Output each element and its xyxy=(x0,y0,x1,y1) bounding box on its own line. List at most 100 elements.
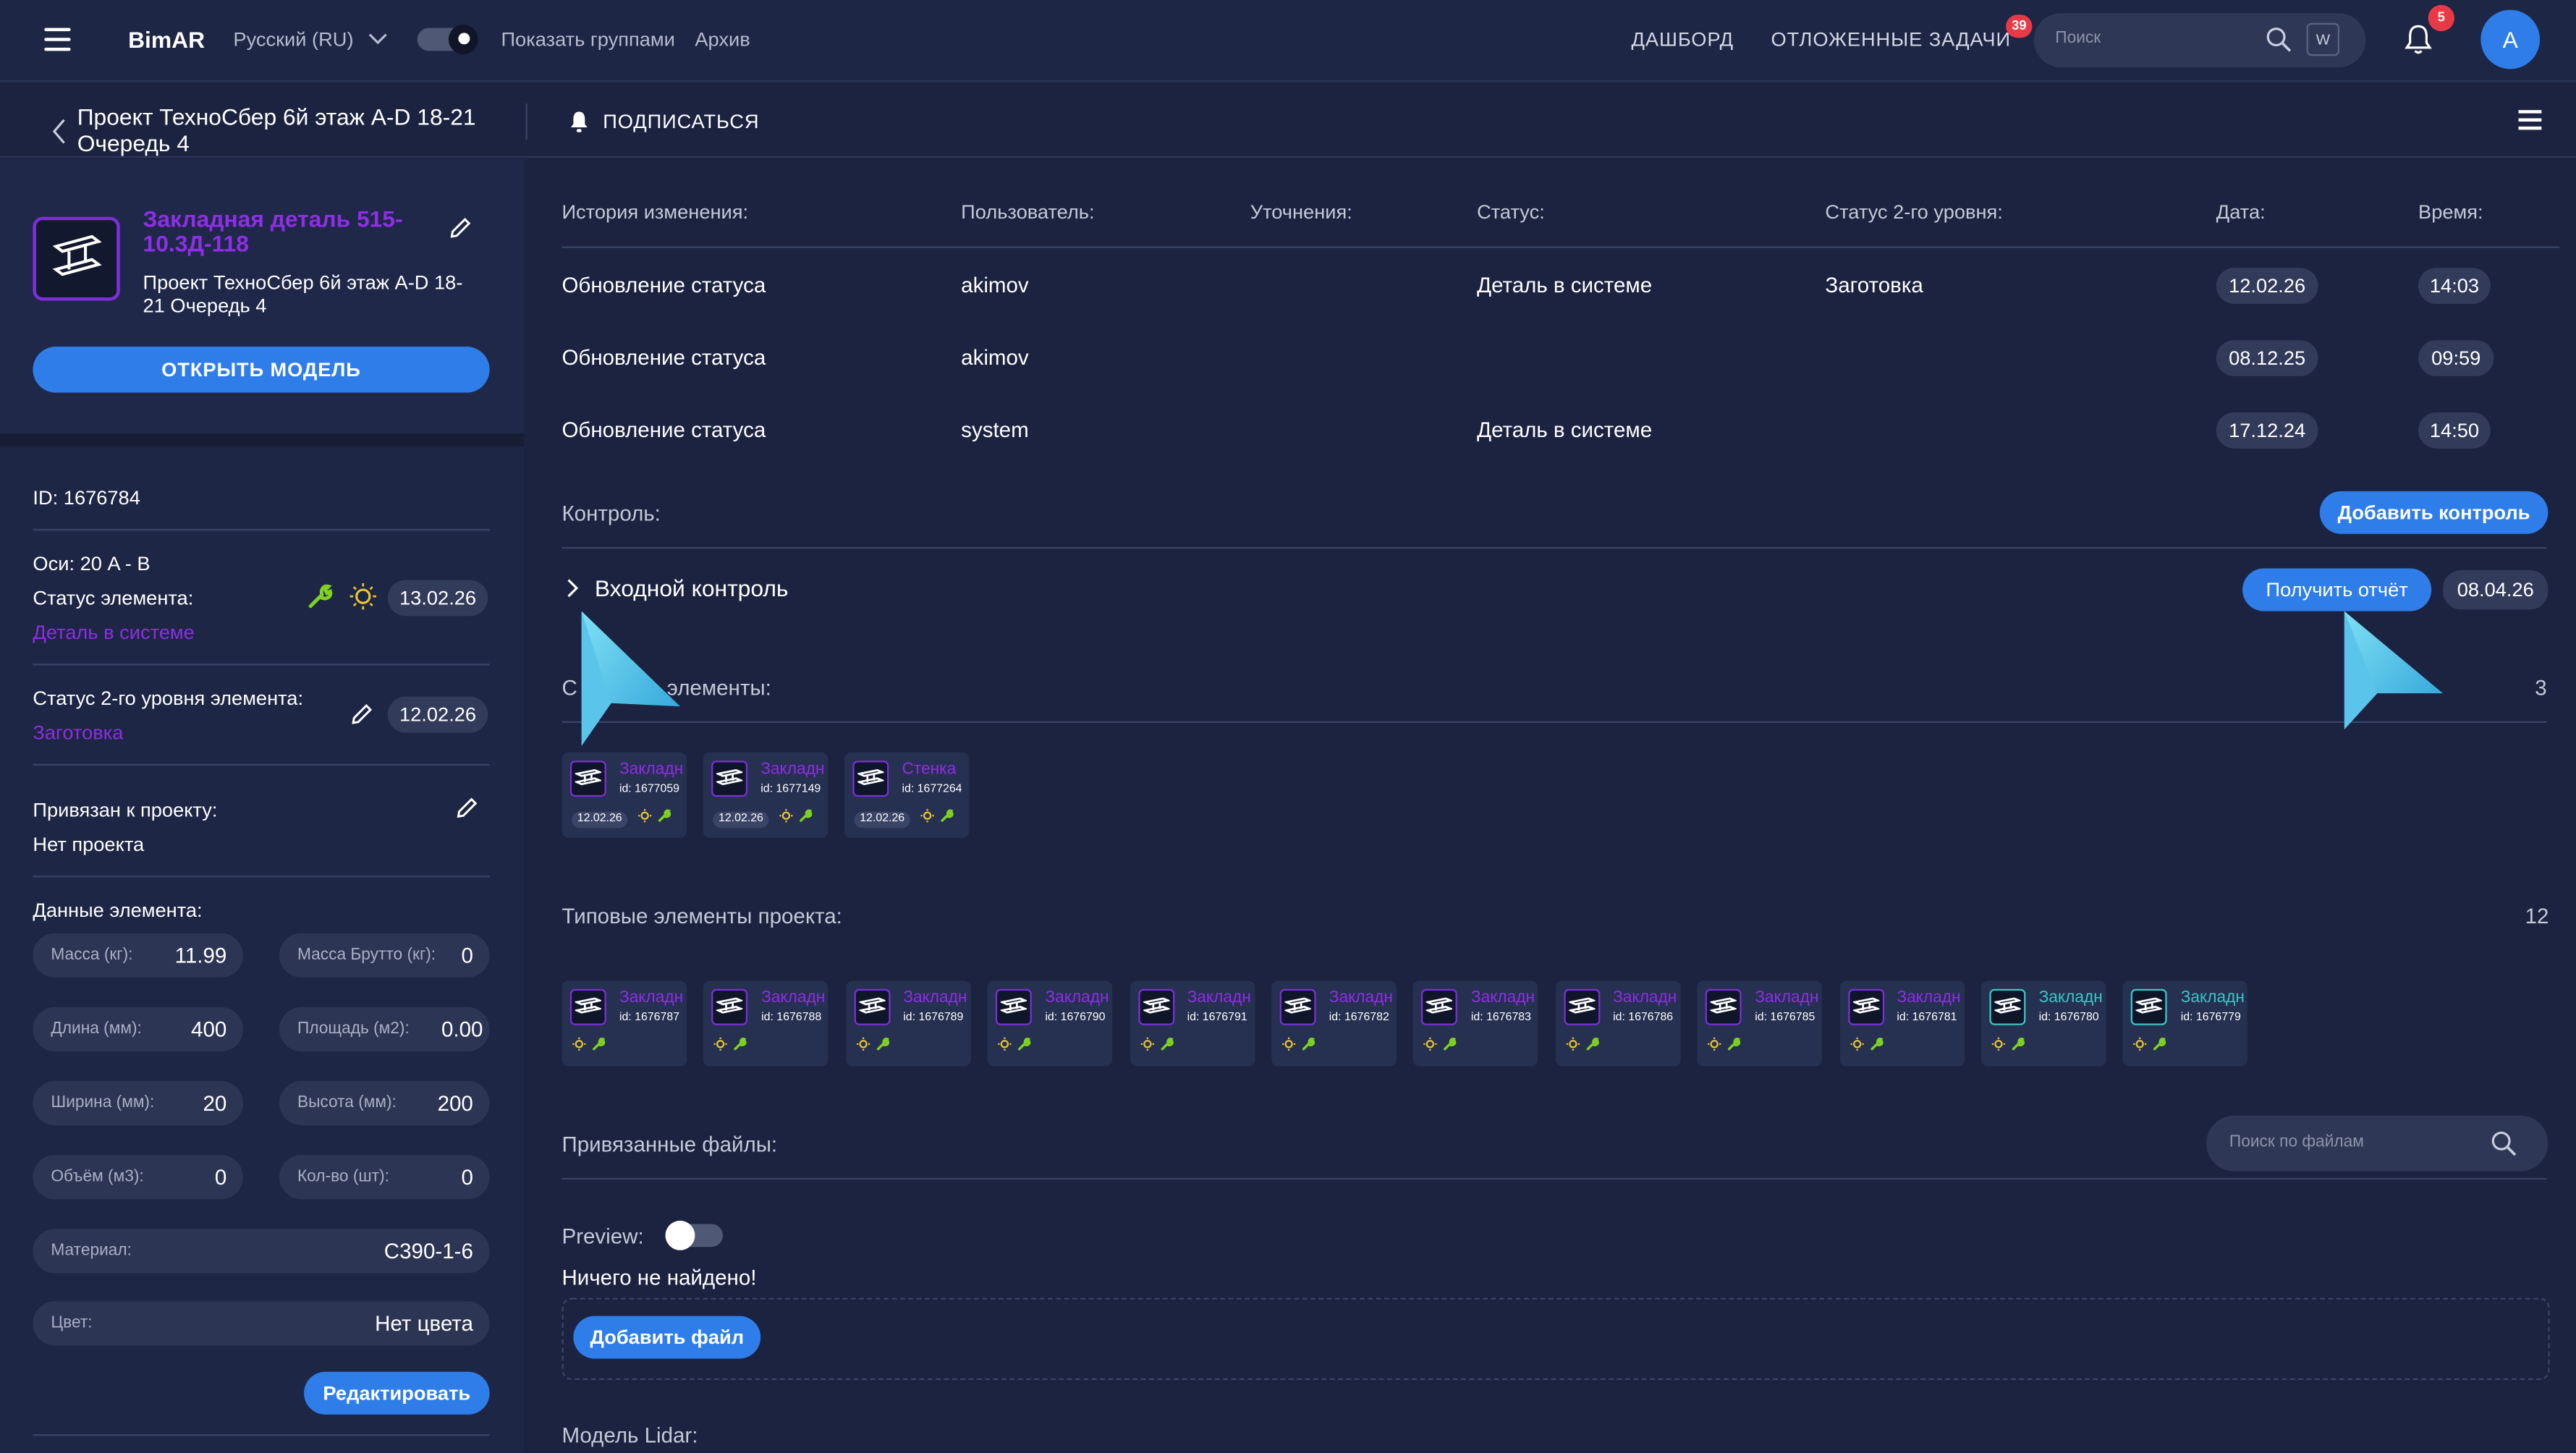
element-mini-card[interactable]: Стенка id: 1677264 12.02.26 xyxy=(844,752,970,838)
divider xyxy=(33,529,490,531)
page-menu-icon[interactable] xyxy=(2518,110,2542,130)
element-mini-card[interactable]: Закладн id: 1677149 12.02.26 xyxy=(703,752,829,838)
length-field[interactable]: Длина (мм): 400 xyxy=(33,1007,244,1052)
element-mini-card[interactable]: Закладн id: 1676782 xyxy=(1271,980,1397,1067)
hamburger-menu-icon[interactable] xyxy=(44,27,71,51)
file-search-input[interactable]: Поиск по файлам xyxy=(2206,1115,2549,1172)
nav-dashboard[interactable]: ДАШБОРД xyxy=(1632,28,1734,51)
lightbulb-icon xyxy=(1140,1037,1154,1055)
edit-button[interactable]: Редактировать xyxy=(304,1371,490,1415)
app-logo[interactable]: BimAR xyxy=(128,26,205,52)
area-field[interactable]: Площадь (м2): 0.00 xyxy=(279,1007,490,1052)
history-header-change: История изменения: xyxy=(562,200,749,224)
element-mini-card[interactable]: Закладн id: 1676786 xyxy=(1555,980,1681,1067)
element-card: Закладная деталь 515-10.3Д-118 Проект Те… xyxy=(0,159,525,434)
nav-deferred-tasks[interactable]: ОТЛОЖЕННЫЕ ЗАДАЧИ xyxy=(1771,28,2010,51)
element-mini-name: Закладн xyxy=(2180,988,2245,1007)
chevron-right-icon[interactable] xyxy=(564,578,580,598)
volume-field[interactable]: Объём (м3): 0 xyxy=(33,1155,244,1200)
element-mini-id: id: 1676785 xyxy=(1755,1012,1816,1024)
pencil-icon[interactable] xyxy=(455,797,478,820)
history-cell-date: 12.02.26 xyxy=(2216,268,2318,305)
files-title: Привязанные файлы: xyxy=(562,1132,778,1157)
quantity-field[interactable]: Кол-во (шт): 0 xyxy=(279,1155,490,1200)
user-avatar[interactable]: A xyxy=(2480,9,2541,69)
show-groups-toggle[interactable] xyxy=(417,25,478,54)
element-mini-card[interactable]: Закладн id: 1677059 12.02.26 xyxy=(562,752,687,838)
typical-count: 12 xyxy=(2525,903,2549,928)
wrench-icon xyxy=(1585,1037,1599,1055)
related-title-start: С xyxy=(562,675,577,700)
element-mini-card[interactable]: Закладн id: 1676787 xyxy=(562,980,687,1067)
element-mini-card[interactable]: Закладн id: 1676790 xyxy=(987,980,1113,1067)
global-search[interactable]: Поиск W xyxy=(2033,13,2366,68)
element-mini-card[interactable]: Закладн id: 1676785 xyxy=(1697,980,1823,1067)
element-name[interactable]: Закладная деталь 515-10.3Д-118 xyxy=(143,206,439,256)
file-drop-zone[interactable] xyxy=(562,1297,2550,1381)
status2-label: Статус 2-го уровня элемента: xyxy=(33,687,304,710)
element-mini-card[interactable]: Закладн id: 1676791 xyxy=(1130,980,1255,1067)
chevron-down-icon[interactable] xyxy=(368,28,388,48)
field-value: 0 xyxy=(214,1164,227,1190)
element-mini-card[interactable]: Закладн id: 1676789 xyxy=(845,980,971,1067)
pencil-icon[interactable] xyxy=(449,217,472,240)
color-field[interactable]: Цвет: Нет цвета xyxy=(33,1301,490,1346)
add-file-button[interactable]: Добавить файл xyxy=(573,1316,761,1359)
bell-icon xyxy=(570,111,588,132)
element-mini-card[interactable]: Закладн id: 1676781 xyxy=(1839,980,1965,1067)
element-mini-date: 12.02.26 xyxy=(854,811,910,829)
notifications-bell-icon[interactable] xyxy=(2402,23,2434,56)
gross-mass-field[interactable]: Масса Брутто (кг): 0 xyxy=(279,933,490,978)
mass-field[interactable]: Масса (кг): 11.99 xyxy=(33,933,244,978)
empty-files-message: Ничего не найдено! xyxy=(562,1265,757,1290)
element-mini-id: id: 1676786 xyxy=(1613,1012,1674,1024)
table-header-divider xyxy=(562,246,2560,248)
preview-label: Preview: xyxy=(562,1224,644,1249)
pencil-icon[interactable] xyxy=(350,703,373,726)
element-mini-name: Закладн xyxy=(1045,988,1109,1007)
wrench-icon xyxy=(1301,1037,1315,1055)
history-cell-status2: Заготовка xyxy=(1825,272,1923,297)
element-beam-icon xyxy=(1706,988,1742,1025)
sidebar-divider xyxy=(0,433,525,447)
history-cell-status: Деталь в системе xyxy=(1477,417,1653,442)
lightbulb-icon xyxy=(1991,1037,2006,1055)
status-value[interactable]: Деталь в системе xyxy=(33,621,194,644)
add-control-button[interactable]: Добавить контроль xyxy=(2319,491,2549,534)
search-icon[interactable] xyxy=(2491,1130,2517,1156)
search-shortcut-key: W xyxy=(2306,22,2340,56)
element-beam-icon xyxy=(852,761,889,797)
element-mini-card[interactable]: Закладн id: 1676783 xyxy=(1413,980,1538,1067)
element-mini-card[interactable]: Закладн id: 1676780 xyxy=(1981,980,2106,1067)
entry-control-item[interactable]: Входной контроль xyxy=(595,575,789,601)
history-header-date: Дата: xyxy=(2216,200,2266,224)
material-field[interactable]: Материал: C390-1-6 xyxy=(33,1229,490,1274)
get-report-button[interactable]: Получить отчёт xyxy=(2242,568,2432,611)
control-date: 08.04.26 xyxy=(2443,569,2549,610)
history-header-time: Время: xyxy=(2418,200,2483,224)
wrench-icon xyxy=(308,584,333,609)
element-data-title: Данные элемента: xyxy=(33,898,203,922)
height-field[interactable]: Высота (мм): 200 xyxy=(279,1080,490,1126)
typical-title: Типовые элементы проекта: xyxy=(562,903,842,928)
back-chevron-icon[interactable] xyxy=(51,118,67,144)
language-select[interactable]: Русский (RU) xyxy=(233,28,353,51)
status2-value[interactable]: Заготовка xyxy=(33,721,123,745)
history-cell-change: Обновление статуса xyxy=(562,344,766,370)
wrench-icon xyxy=(657,808,671,826)
search-icon[interactable] xyxy=(2266,26,2292,52)
preview-toggle[interactable] xyxy=(665,1220,723,1250)
lightbulb-icon xyxy=(637,808,652,826)
wrench-icon xyxy=(1017,1037,1032,1055)
history-cell-change: Обновление статуса xyxy=(562,417,766,442)
element-mini-id: id: 1676787 xyxy=(619,1012,680,1024)
width-field[interactable]: Ширина (мм): 20 xyxy=(33,1080,244,1126)
archive-link[interactable]: Архив xyxy=(695,28,750,51)
element-mini-name: Закладн xyxy=(1187,988,1251,1007)
element-mini-card[interactable]: Закладн id: 1676779 xyxy=(2123,980,2248,1067)
element-mini-card[interactable]: Закладн id: 1676788 xyxy=(703,980,829,1067)
open-model-button[interactable]: ОТКРЫТЬ МОДЕЛЬ xyxy=(33,347,490,393)
header-divider xyxy=(525,103,528,140)
element-mini-name: Закладн xyxy=(619,988,684,1007)
element-mini-name: Закладн xyxy=(761,988,826,1007)
